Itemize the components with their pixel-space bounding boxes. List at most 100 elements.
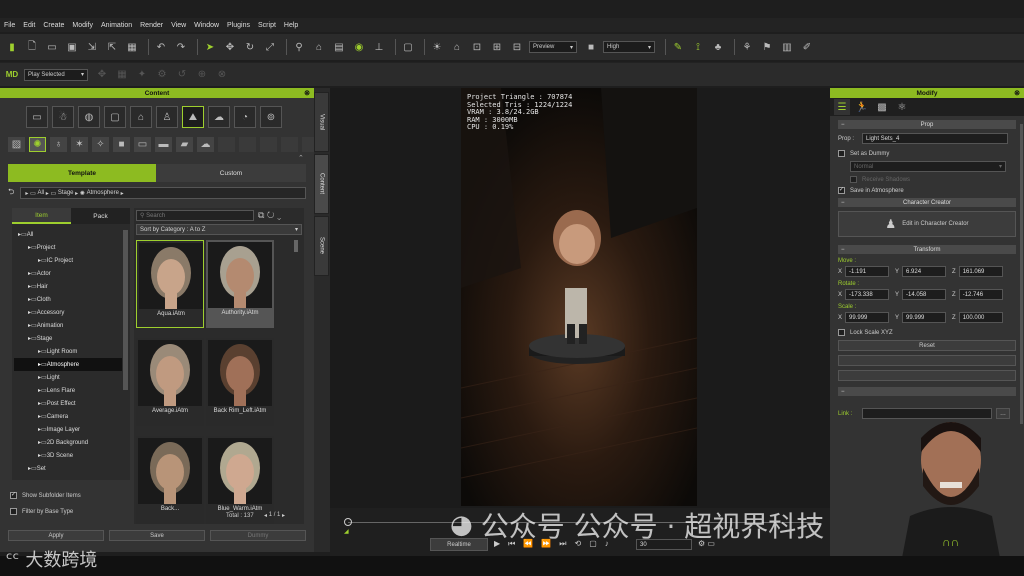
preview-dropdown[interactable]: Preview ▾ <box>529 41 577 53</box>
open-folder-icon[interactable]: ▭ <box>44 39 60 55</box>
tree-item[interactable]: ▸ ▭ 3D Scene <box>14 449 122 462</box>
animation-category-icon[interactable]: ♙ <box>156 106 178 128</box>
normal-dropdown[interactable]: Normal ▾ <box>850 161 1006 172</box>
checkbox[interactable] <box>850 176 857 183</box>
move-x-input[interactable]: -1.191 <box>845 266 890 277</box>
light-bulb-icon[interactable]: ♁ <box>50 137 67 152</box>
scale-icon[interactable]: ⤢ <box>262 39 278 55</box>
tab-item[interactable]: Item <box>12 208 71 224</box>
menu-item[interactable]: Animation <box>101 22 132 29</box>
menu-item[interactable]: Create <box>43 22 64 29</box>
modify-scrollbar[interactable] <box>1020 124 1023 424</box>
menu-item[interactable]: Edit <box>23 22 35 29</box>
post-effect-icon[interactable]: ✧ <box>92 137 109 152</box>
tab-scene[interactable]: Scene <box>314 216 329 276</box>
move-icon[interactable]: ✥ <box>222 39 238 55</box>
edit-in-cc-button[interactable]: ♟ Edit in Character Creator <box>838 211 1016 237</box>
show-subfolder-row[interactable]: ✓ Show Subfolder Items <box>10 492 81 499</box>
visibility-icon[interactable]: ◉ <box>351 39 367 55</box>
md-tool-icon[interactable]: ↺ <box>174 67 190 83</box>
tree-item[interactable]: ▸ ▭ Atmosphere <box>14 358 122 371</box>
rotate-z-input[interactable]: -12.746 <box>958 289 1003 300</box>
menu-item[interactable]: Help <box>284 22 298 29</box>
menu-item[interactable]: Plugins <box>227 22 250 29</box>
tree-item[interactable]: ▸ ▭ Lens Flare <box>14 384 122 397</box>
tree-item[interactable]: ▸ ▭ Post Effect <box>14 397 122 410</box>
md-tool-icon[interactable]: ⊕ <box>194 67 210 83</box>
export-icon[interactable]: ⇱ <box>104 39 120 55</box>
transform-action-button[interactable] <box>838 370 1016 381</box>
checkbox-checked[interactable]: ✓ <box>10 492 17 499</box>
drop-icon[interactable]: ⊥ <box>371 39 387 55</box>
checkbox-checked[interactable]: ✓ <box>838 187 845 194</box>
search-input[interactable]: ⚲ Search <box>136 210 254 221</box>
scene-icon[interactable]: ▰ <box>176 137 193 152</box>
checkbox[interactable] <box>10 508 17 515</box>
new-file-icon[interactable]: 🗋 <box>24 39 40 55</box>
camera-icon[interactable]: ■ <box>113 137 130 152</box>
screen-icon[interactable]: ▢ <box>400 39 416 55</box>
modify-tab-motion-icon[interactable]: 🏃 <box>854 99 870 115</box>
tree-item[interactable]: ▸ ▭ Stage <box>14 332 122 345</box>
lock-scale-row[interactable]: Lock Scale XYZ <box>838 329 1016 336</box>
tree-item[interactable]: ▸ ▭ IC Project <box>14 254 122 267</box>
image-icon[interactable]: ▨ <box>8 137 25 152</box>
tab-content[interactable]: Content <box>314 154 329 214</box>
receive-shadows-row[interactable]: Receive Shadows <box>850 176 1016 183</box>
tree-item[interactable]: ▸ ▭ Set <box>14 462 122 475</box>
tree-item[interactable]: ▸ ▭ Actor <box>14 267 122 280</box>
home-icon[interactable]: ⌂ <box>449 39 465 55</box>
checkbox[interactable] <box>838 150 845 157</box>
breadcrumb-item[interactable]: All <box>37 190 44 196</box>
hair-category-icon[interactable]: ◍ <box>78 106 100 128</box>
frame-icon[interactable]: ⊞ <box>489 39 505 55</box>
breadcrumb-item[interactable]: Stage <box>58 190 74 196</box>
video-camera-icon[interactable]: ■ <box>583 39 599 55</box>
rotate-icon[interactable]: ↻ <box>242 39 258 55</box>
rotate-y-input[interactable]: -14.058 <box>902 289 947 300</box>
breadcrumb-item[interactable]: Atmosphere <box>87 190 119 196</box>
quality-dropdown[interactable]: High ▾ <box>603 41 655 53</box>
import-icon[interactable]: ⇲ <box>84 39 100 55</box>
modify-tab-physics-icon[interactable]: ⚛ <box>894 99 910 115</box>
dummy-button[interactable]: Dummy <box>210 530 306 541</box>
menu-item[interactable]: Modify <box>72 22 93 29</box>
set-as-dummy-row[interactable]: Set as Dummy <box>838 150 1016 157</box>
save-icon[interactable]: ▣ <box>64 39 80 55</box>
select-icon[interactable]: ➤ <box>202 39 218 55</box>
menu-item[interactable]: Script <box>258 22 276 29</box>
tree-item[interactable]: ▸ ▭ Image Layer <box>14 423 122 436</box>
clipboard-icon[interactable]: ▥ <box>779 39 795 55</box>
pick-parent-icon[interactable]: ⚲ <box>291 39 307 55</box>
next-page-icon[interactable]: ▸ <box>280 512 285 519</box>
prop-section-header[interactable]: − Prop <box>838 120 1016 129</box>
hik-icon[interactable]: ⚘ <box>739 39 755 55</box>
asset-thumbnail[interactable]: Back Rim_Left.iAtm <box>206 338 274 426</box>
render-view[interactable]: Project Triangle : 707874 Selected Tris … <box>461 88 697 506</box>
save-in-atmosphere-row[interactable]: ✓ Save in Atmosphere <box>838 187 1016 194</box>
asset-thumbnail[interactable]: Back... <box>136 436 204 524</box>
modify-tab-attributes-icon[interactable]: ☰ <box>834 99 850 115</box>
tree-item[interactable]: ▸ ▭ Light Room <box>14 345 122 358</box>
asset-thumbnail[interactable]: Average.iAtm <box>136 338 204 426</box>
menu-item[interactable]: Window <box>194 22 219 29</box>
sort-dropdown[interactable]: Sort by Category : A to Z ▾ <box>136 224 302 235</box>
collapse-icon[interactable]: ⌃ <box>298 154 304 162</box>
tree-item[interactable]: ▸ ▭ Accessory <box>14 306 122 319</box>
cc-section-header[interactable]: − Character Creator <box>838 198 1016 207</box>
filter-tools-icon[interactable]: ⧉ ↻ ⌄ <box>258 210 281 221</box>
move-y-input[interactable]: 6.924 <box>902 266 947 277</box>
menu-item[interactable]: Render <box>140 22 163 29</box>
tree-item[interactable]: ▸ ▭ Hair <box>14 280 122 293</box>
scale-y-input[interactable]: 99.999 <box>902 312 947 323</box>
modify-tab-material-icon[interactable]: ▩ <box>874 99 890 115</box>
background-icon[interactable]: ▬ <box>155 137 172 152</box>
md-tool-icon[interactable]: ⚙ <box>154 67 170 83</box>
tab-visual[interactable]: Visual <box>314 92 329 152</box>
atmosphere-icon[interactable]: ✺ <box>29 137 46 152</box>
layer-icon[interactable]: ▭ <box>134 137 151 152</box>
attach-icon[interactable]: ⌂ <box>311 39 327 55</box>
edit-motion-icon[interactable]: ✎ <box>670 39 686 55</box>
scale-z-input[interactable]: 100.000 <box>958 312 1003 323</box>
motion-layer-icon[interactable]: ⟟ <box>690 39 706 55</box>
